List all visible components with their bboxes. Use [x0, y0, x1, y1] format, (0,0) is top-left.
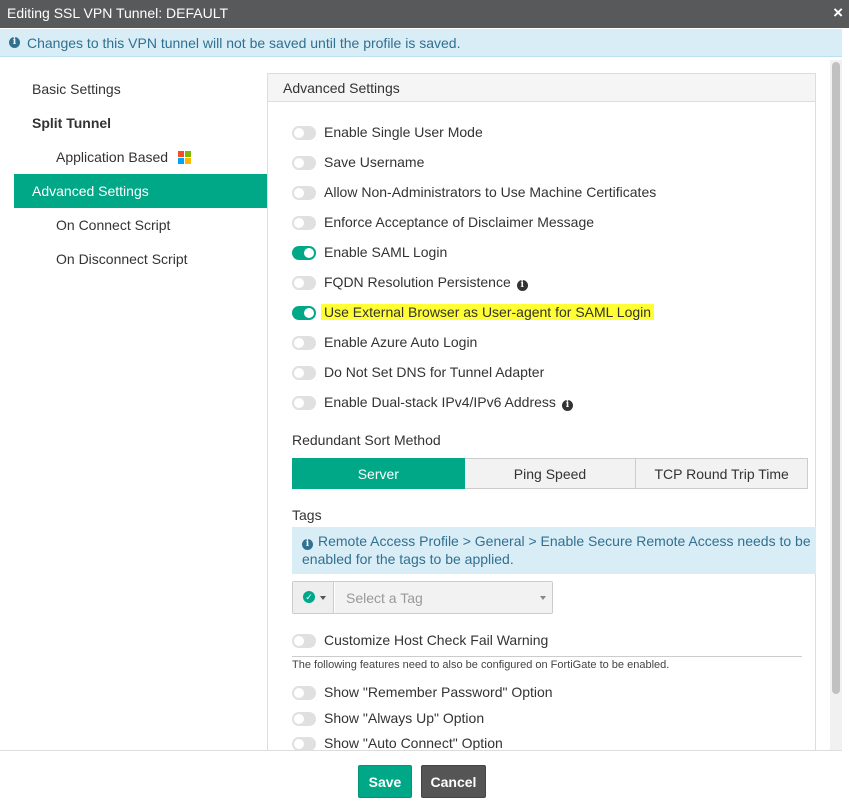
option-label: Show "Remember Password" Option — [324, 684, 553, 700]
option-label: Enable Single User Mode — [324, 124, 483, 140]
dialog-title: Editing SSL VPN Tunnel: DEFAULT — [7, 5, 228, 21]
cancel-button[interactable]: Cancel — [421, 765, 486, 798]
option-label-wrap: Use External Browser as User-agent for S… — [321, 304, 655, 320]
info-icon: i — [302, 539, 313, 550]
advanced-settings-panel: Advanced Settings Enable Single User Mod… — [267, 73, 816, 763]
option-label: Save Username — [324, 154, 425, 170]
tag-select[interactable]: Select a Tag — [335, 582, 552, 613]
sort-option-tcp-rtt[interactable]: TCP Round Trip Time — [636, 458, 809, 489]
info-icon[interactable]: i — [516, 280, 528, 291]
unsaved-notice: i Changes to this VPN tunnel will not be… — [0, 29, 842, 57]
fortigate-note: The following features need to also be c… — [292, 659, 670, 671]
tag-select-placeholder: Select a Tag — [346, 590, 423, 606]
toggle-external-browser-saml[interactable] — [292, 306, 316, 320]
option-label-wrap: Enable Dual-stack IPv4/IPv6 Address i — [324, 394, 573, 411]
toggle-azure-auto-login[interactable] — [292, 336, 316, 350]
sort-method-label: Redundant Sort Method — [292, 432, 441, 448]
toggle-machine-certificates[interactable] — [292, 186, 316, 200]
option-label: Enforce Acceptance of Disclaimer Message — [324, 214, 595, 230]
panel-title: Advanced Settings — [268, 74, 815, 102]
sidebar-item-label: Basic Settings — [32, 81, 121, 97]
windows-logo-icon — [177, 151, 191, 164]
option-label: Show "Always Up" Option — [324, 710, 485, 726]
sidebar-item-label: Split Tunnel — [32, 115, 112, 131]
tags-info-line2: enabled for the tags to be applied. — [302, 551, 514, 567]
sidebar-item-application-based[interactable]: Application Based — [14, 140, 267, 174]
sidebar-item-split-tunnel[interactable]: Split Tunnel — [14, 106, 267, 140]
sidebar-item-advanced-settings[interactable]: Advanced Settings — [14, 174, 267, 208]
toggle-saml-login[interactable] — [292, 246, 316, 260]
option-label: Enable SAML Login — [324, 244, 448, 260]
toggle-disclaimer[interactable] — [292, 216, 316, 230]
toggle-save-username[interactable] — [292, 156, 316, 170]
scrollbar-thumb[interactable] — [832, 62, 840, 694]
sort-method-segmented: Server Ping Speed TCP Round Trip Time — [292, 458, 809, 489]
sidebar-item-on-disconnect-script[interactable]: On Disconnect Script — [14, 242, 267, 276]
tags-info-alert: i Remote Access Profile > General > Enabl… — [292, 527, 816, 574]
toggle-single-user-mode[interactable] — [292, 126, 316, 140]
toggle-dual-stack[interactable] — [292, 396, 316, 410]
option-label: Show "Auto Connect" Option — [324, 735, 503, 751]
tags-label: Tags — [292, 507, 322, 523]
vertical-scrollbar[interactable] — [830, 60, 842, 750]
sidebar: Basic Settings Split Tunnel Application … — [0, 58, 267, 750]
option-label: Do Not Set DNS for Tunnel Adapter — [324, 364, 545, 380]
option-label: FQDN Resolution Persistence — [324, 274, 511, 290]
sidebar-item-label: Application Based — [56, 149, 169, 165]
toggle-remember-password[interactable] — [292, 686, 316, 700]
sidebar-item-label: On Connect Script — [56, 217, 171, 233]
toggle-no-dns-tunnel[interactable] — [292, 366, 316, 380]
window-edge — [842, 28, 849, 811]
option-label-wrap: FQDN Resolution Persistence i — [324, 274, 528, 291]
option-label: Enable Azure Auto Login — [324, 334, 478, 350]
toggle-host-check-warning[interactable] — [292, 634, 316, 648]
check-circle-icon: ✓ — [303, 591, 315, 603]
dialog-footer: Save Cancel — [0, 750, 842, 811]
toggle-always-up[interactable] — [292, 712, 316, 726]
dialog-titlebar: Editing SSL VPN Tunnel: DEFAULT × — [0, 0, 849, 28]
sidebar-item-label: On Disconnect Script — [56, 251, 188, 267]
save-button[interactable]: Save — [358, 765, 412, 798]
toggle-fqdn-persistence[interactable] — [292, 276, 316, 290]
option-label: Allow Non-Administrators to Use Machine … — [324, 184, 657, 200]
sort-option-ping-speed[interactable]: Ping Speed — [464, 458, 637, 489]
tag-picker: ✓ Select a Tag — [292, 581, 553, 614]
option-label-highlighted: Use External Browser as User-agent for S… — [321, 304, 655, 320]
close-icon[interactable]: × — [833, 3, 843, 23]
sidebar-item-on-connect-script[interactable]: On Connect Script — [14, 208, 267, 242]
sidebar-item-basic-settings[interactable]: Basic Settings — [14, 72, 267, 106]
chevron-down-icon — [540, 596, 546, 600]
info-icon: i — [9, 37, 20, 48]
option-label: Enable Dual-stack IPv4/IPv6 Address — [324, 394, 556, 410]
divider — [292, 656, 802, 657]
info-icon[interactable]: i — [561, 400, 573, 411]
tag-filter-button[interactable]: ✓ — [293, 582, 334, 613]
sort-option-server[interactable]: Server — [292, 458, 465, 489]
notice-text: Changes to this VPN tunnel will not be s… — [27, 35, 461, 51]
sidebar-item-label: Advanced Settings — [32, 183, 149, 199]
tags-info-line1: Remote Access Profile > General > Enable… — [318, 533, 811, 549]
toggle-auto-connect[interactable] — [292, 737, 316, 751]
option-label: Customize Host Check Fail Warning — [324, 632, 549, 648]
chevron-down-icon — [320, 596, 326, 600]
